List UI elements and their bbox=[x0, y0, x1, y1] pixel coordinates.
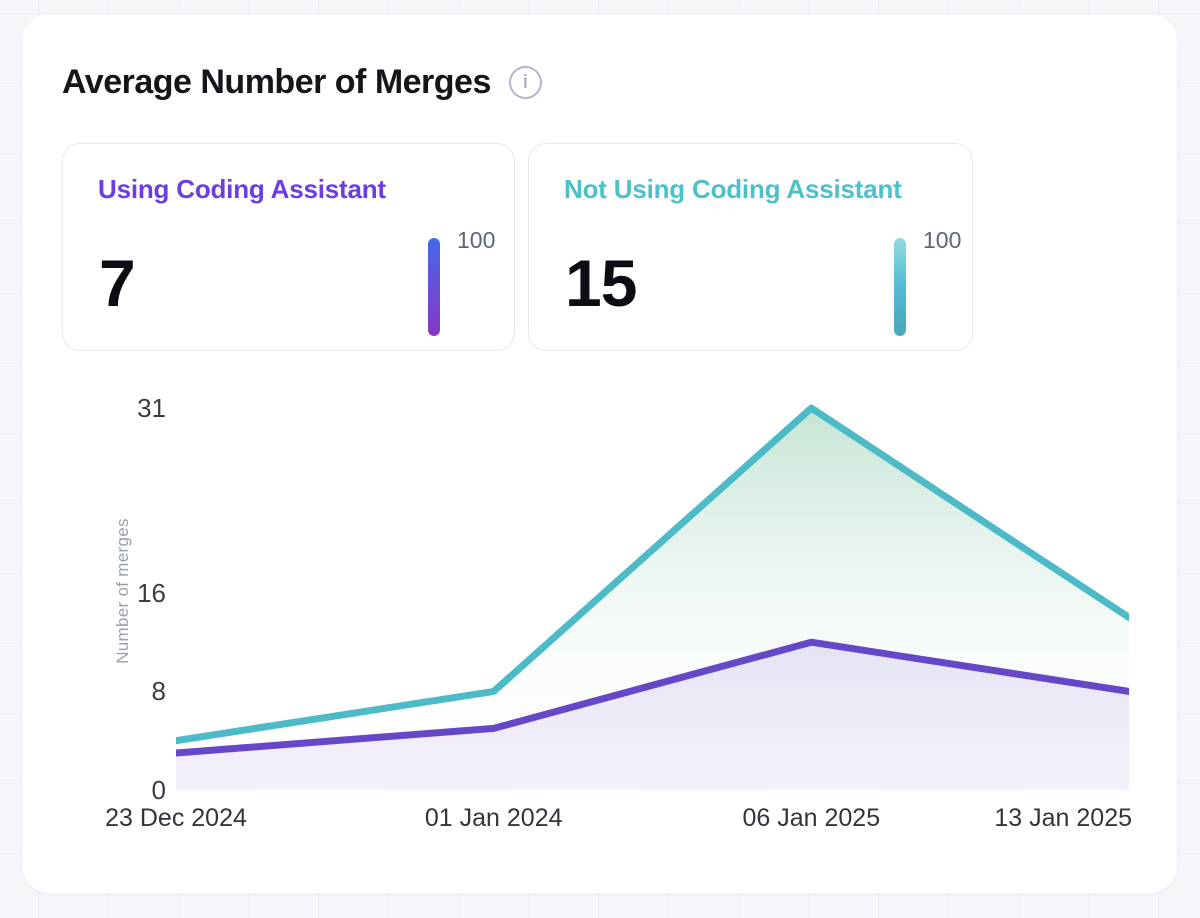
stat-card-not-using-coding-assistant: Not Using Coding Assistant 15 100 bbox=[528, 143, 973, 351]
stat-label: Not Using Coding Assistant bbox=[564, 174, 902, 205]
stat-label: Using Coding Assistant bbox=[98, 174, 386, 205]
stat-gauge: 100 bbox=[428, 228, 495, 336]
stat-gauge: 100 bbox=[894, 228, 961, 336]
y-axis-title: Number of merges bbox=[113, 518, 133, 664]
y-tick-label: 0 bbox=[22, 774, 166, 806]
x-tick-label: 23 Dec 2024 bbox=[105, 802, 247, 834]
gradient-bar-not-using bbox=[894, 238, 906, 336]
stat-bar-max-label: 100 bbox=[457, 228, 495, 253]
y-tick-label: 16 bbox=[22, 577, 166, 609]
merges-panel: Average Number of Merges i Using Coding … bbox=[22, 14, 1177, 893]
stats-row: Using Coding Assistant 7 100 Not Using C… bbox=[62, 143, 973, 351]
stat-card-using-coding-assistant: Using Coding Assistant 7 100 bbox=[62, 143, 515, 351]
info-icon[interactable]: i bbox=[509, 66, 542, 99]
page-title: Average Number of Merges bbox=[62, 60, 491, 104]
area-chart-plot[interactable] bbox=[176, 390, 1129, 800]
panel-header: Average Number of Merges i bbox=[62, 60, 542, 104]
x-tick-label: 01 Jan 2024 bbox=[425, 802, 563, 834]
x-tick-label: 06 Jan 2025 bbox=[742, 802, 880, 834]
y-tick-label: 31 bbox=[22, 392, 166, 424]
y-tick-label: 8 bbox=[22, 675, 166, 707]
x-tick-label: 13 Jan 2025 bbox=[994, 802, 1132, 834]
stat-bar-max-label: 100 bbox=[923, 228, 961, 253]
stat-value: 15 bbox=[565, 250, 636, 316]
stat-value: 7 bbox=[99, 250, 135, 316]
gradient-bar-using bbox=[428, 238, 440, 336]
